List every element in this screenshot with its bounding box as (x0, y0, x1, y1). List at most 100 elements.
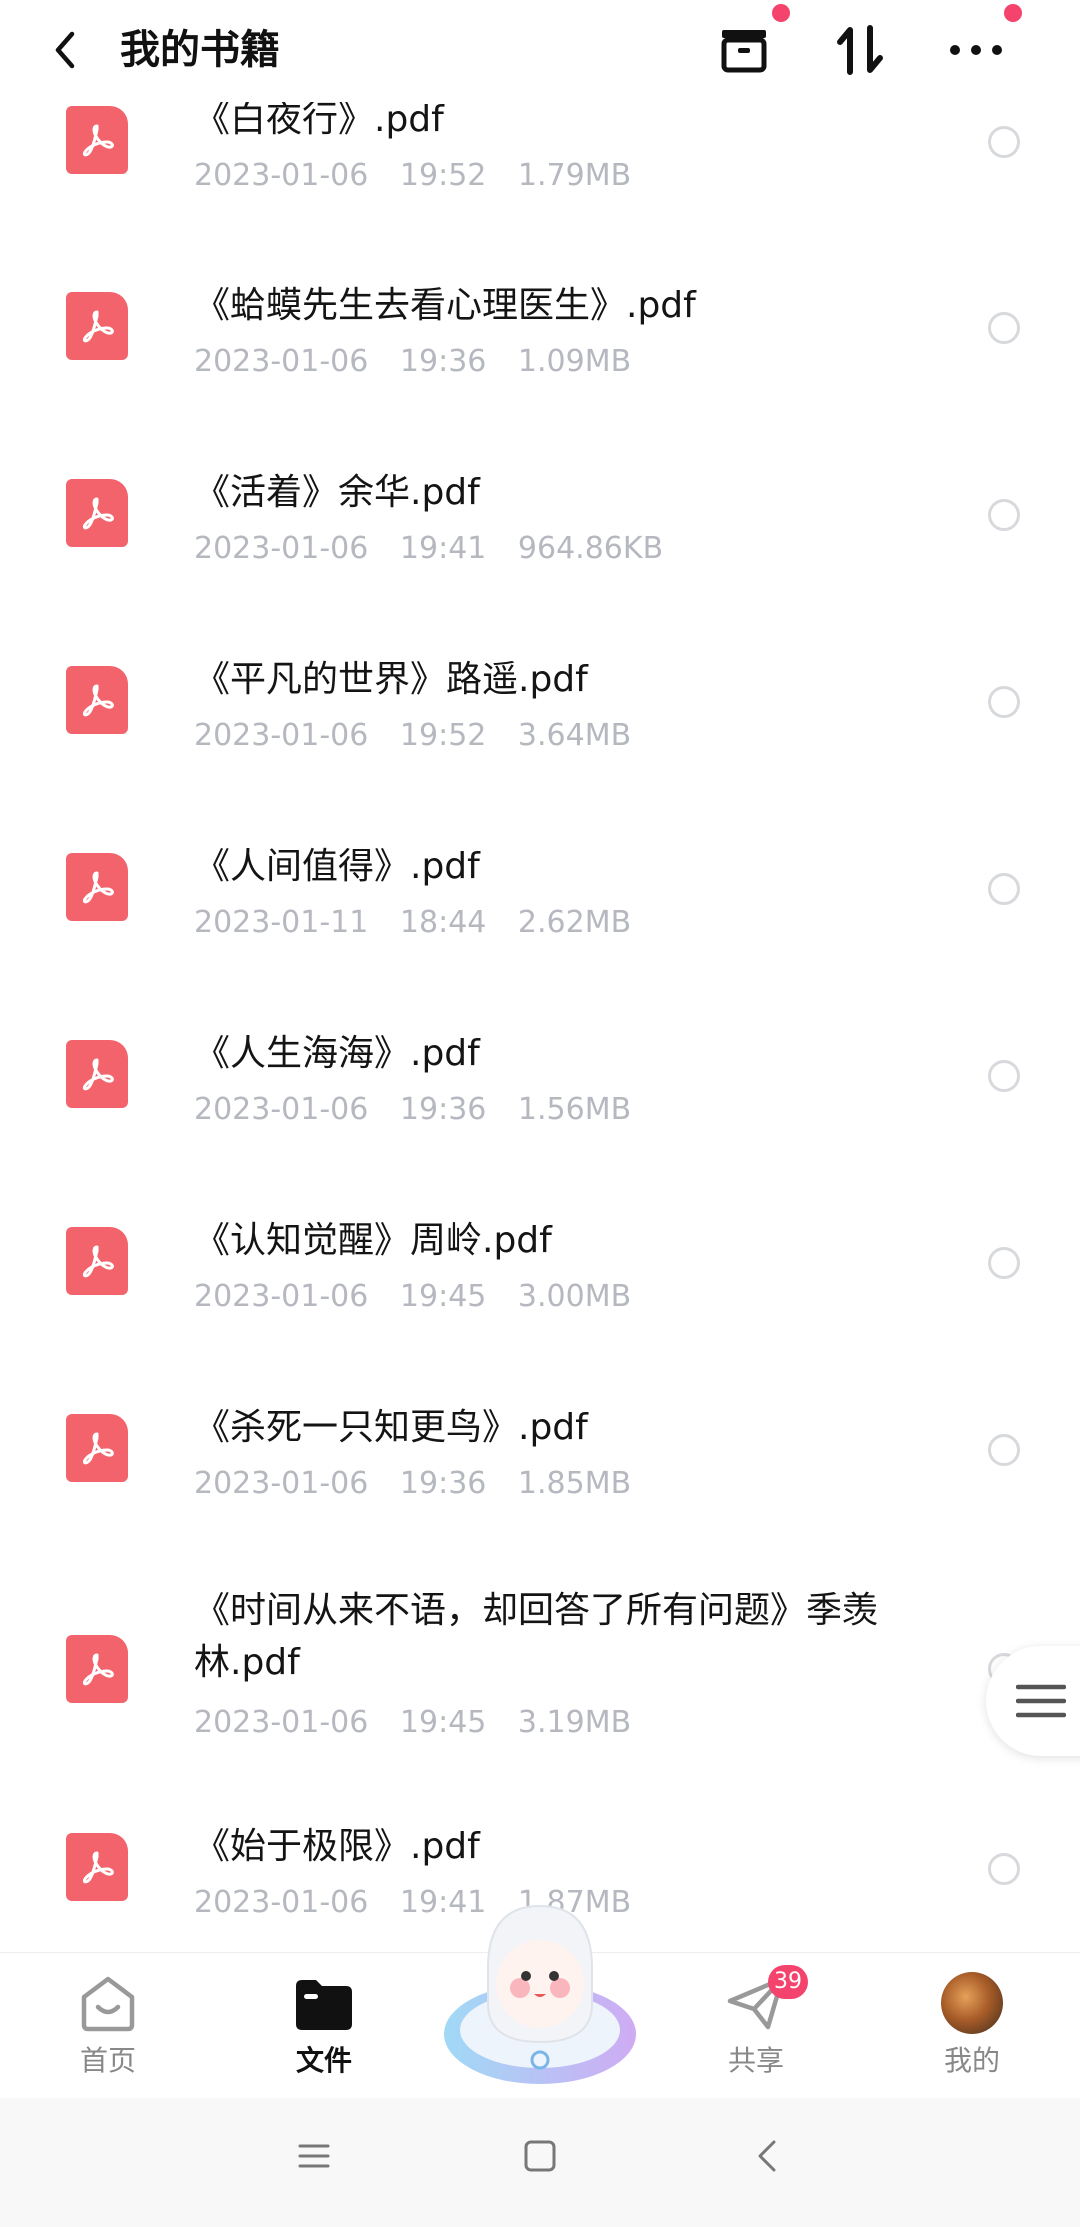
file-time: 19:52 (399, 718, 487, 753)
file-date: 2023-01-06 (194, 344, 369, 379)
file-row[interactable]: 《时间从来不语，却回答了所有问题》季羡林.pdf 2023-01-06 19:4… (0, 1545, 1080, 1777)
file-row[interactable]: 《人间值得》.pdf 2023-01-11 18:44 2.62MB (0, 797, 1080, 983)
file-date: 2023-01-06 (194, 1705, 369, 1740)
file-meta: 2023-01-06 19:45 3.19MB (194, 1703, 631, 1743)
select-radio[interactable] (988, 873, 1020, 905)
system-home-button[interactable] (522, 2138, 566, 2182)
sort-button[interactable] (828, 16, 892, 84)
page-title: 我的书籍 (120, 27, 280, 73)
file-name: 《活着》余华.pdf (194, 472, 480, 513)
select-radio[interactable] (988, 1060, 1020, 1092)
mascot-button[interactable] (440, 1892, 640, 2092)
pdf-file-icon (66, 292, 128, 360)
top-bar: 我的书籍 (0, 0, 1080, 102)
file-date: 2023-01-06 (194, 1279, 369, 1314)
file-meta: 2023-01-11 18:44 2.62MB (194, 903, 631, 943)
file-row[interactable]: 《杀死一只知更鸟》.pdf 2023-01-06 19:36 1.85MB (0, 1358, 1080, 1544)
file-name: 《蛤蟆先生去看心理医生》.pdf (194, 285, 696, 326)
file-name: 《人生海海》.pdf (194, 1033, 480, 1074)
sort-icon (837, 25, 883, 75)
file-name: 《始于极限》.pdf (194, 1826, 480, 1867)
file-time: 19:45 (399, 1705, 487, 1740)
file-date: 2023-01-06 (194, 1885, 369, 1920)
file-meta: 2023-01-06 19:45 3.00MB (194, 1277, 631, 1317)
nav-label: 共享 (727, 2044, 784, 2077)
file-name: 《时间从来不语，却回答了所有问题》季羡林.pdf (194, 1590, 879, 1683)
pdf-file-icon (66, 479, 128, 547)
select-radio[interactable] (988, 499, 1020, 531)
file-meta: 2023-01-06 19:52 3.64MB (194, 716, 631, 756)
select-radio[interactable] (988, 686, 1020, 718)
file-size: 1.79MB (517, 158, 632, 193)
pdf-file-icon (66, 666, 128, 734)
file-time: 19:36 (399, 1466, 487, 1501)
pdf-file-icon (66, 1227, 128, 1295)
file-size: 1.56MB (517, 1092, 632, 1127)
select-radio[interactable] (988, 1434, 1020, 1466)
file-meta: 2023-01-06 19:36 1.56MB (194, 1090, 631, 1130)
file-row[interactable]: 《活着》余华.pdf 2023-01-06 19:41 964.86KB (0, 423, 1080, 609)
file-name: 《人间值得》.pdf (194, 846, 480, 887)
nav-label: 我的 (943, 2044, 1000, 2077)
pdf-file-icon (66, 1414, 128, 1482)
file-date: 2023-01-06 (194, 718, 369, 753)
menu-icon (1016, 1684, 1066, 1718)
file-date: 2023-01-06 (194, 531, 369, 566)
file-meta: 2023-01-06 19:36 1.09MB (194, 342, 631, 382)
file-size: 2.62MB (517, 905, 632, 940)
avatar (941, 1972, 1003, 2034)
file-size: 964.86KB (517, 531, 664, 566)
nav-label: 文件 (295, 2044, 352, 2077)
pdf-file-icon (66, 853, 128, 921)
file-time: 19:45 (399, 1279, 487, 1314)
file-time: 19:36 (399, 344, 487, 379)
file-meta: 2023-01-06 19:52 1.79MB (194, 156, 631, 196)
file-date: 2023-01-11 (194, 905, 369, 940)
file-date: 2023-01-06 (194, 158, 369, 193)
archive-icon (721, 30, 767, 73)
nav-files[interactable]: 文件 (244, 1971, 404, 2081)
system-menu-button[interactable] (296, 2138, 340, 2182)
select-radio[interactable] (988, 1853, 1020, 1885)
file-time: 19:36 (399, 1092, 487, 1127)
select-radio[interactable] (988, 312, 1020, 344)
file-date: 2023-01-06 (194, 1466, 369, 1501)
pdf-file-icon (66, 1040, 128, 1108)
file-row[interactable]: 《蛤蟆先生去看心理医生》.pdf 2023-01-06 19:36 1.09MB (0, 236, 1080, 422)
share-count-badge: 39 (768, 1965, 808, 1999)
file-size: 3.64MB (517, 718, 632, 753)
more-icon (950, 45, 1002, 55)
menu-icon (298, 2144, 330, 2168)
system-back-button[interactable] (750, 2138, 794, 2182)
file-time: 18:44 (399, 905, 487, 940)
chevron-left-icon (55, 31, 75, 69)
chevron-left-icon (758, 2140, 776, 2172)
nav-home[interactable]: 首页 (28, 1971, 188, 2081)
file-meta: 2023-01-06 19:36 1.85MB (194, 1464, 631, 1504)
file-time: 19:52 (399, 158, 487, 193)
nav-profile[interactable]: 我的 (892, 1971, 1052, 2081)
nav-share[interactable]: 39 共享 (676, 1965, 836, 2081)
notification-dot (1004, 4, 1022, 22)
home-icon (81, 1976, 135, 2032)
more-button[interactable] (944, 4, 1022, 84)
pdf-file-icon (66, 106, 128, 174)
file-row[interactable]: 《平凡的世界》路遥.pdf 2023-01-06 19:52 3.64MB (0, 610, 1080, 796)
archive-button[interactable] (712, 4, 790, 84)
file-size: 1.85MB (517, 1466, 632, 1501)
file-meta: 2023-01-06 19:41 964.86KB (194, 529, 663, 569)
file-time: 19:41 (399, 531, 487, 566)
folder-icon (296, 1980, 352, 2030)
file-list: 《白夜行》.pdf 2023-01-06 19:52 1.79MB 《蛤蟆先生去… (0, 0, 1080, 1952)
file-row[interactable]: 《人生海海》.pdf 2023-01-06 19:36 1.56MB (0, 984, 1080, 1170)
back-button[interactable] (40, 22, 90, 78)
square-icon (524, 2140, 556, 2172)
file-size: 3.19MB (517, 1705, 632, 1740)
file-row[interactable]: 《认知觉醒》周岭.pdf 2023-01-06 19:45 3.00MB (0, 1171, 1080, 1357)
system-nav-bar (0, 2098, 1080, 2227)
select-radio[interactable] (988, 1247, 1020, 1279)
file-name: 《认知觉醒》周岭.pdf (194, 1220, 552, 1261)
pdf-file-icon (66, 1833, 128, 1901)
file-name: 《杀死一只知更鸟》.pdf (194, 1407, 588, 1448)
select-radio[interactable] (988, 126, 1020, 158)
